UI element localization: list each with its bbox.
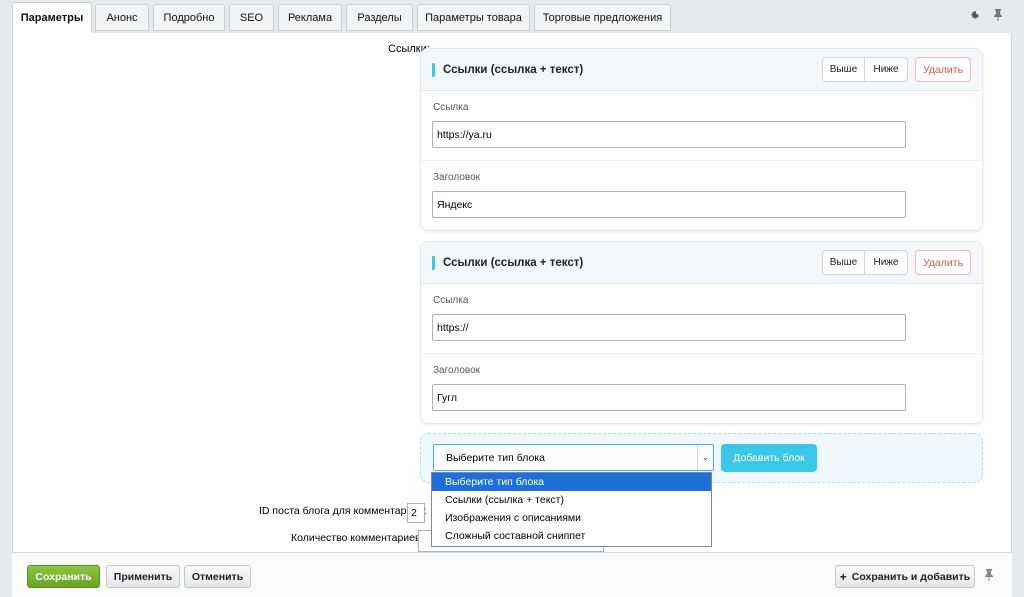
- link-field-label: Ссылка: [433, 295, 469, 306]
- blog-post-id-label: ID поста блога для комментариев:: [259, 505, 427, 517]
- link-field-row: Ссылка: [421, 91, 982, 161]
- delete-block-button[interactable]: Удалить: [915, 57, 971, 82]
- link-field-row: Ссылка: [421, 284, 982, 354]
- move-up-button[interactable]: Выше: [823, 58, 865, 81]
- card-title: Ссылки (ссылка + текст): [443, 64, 584, 76]
- pin-icon[interactable]: [993, 8, 1003, 24]
- chevron-down-icon[interactable]: ⌄: [697, 445, 713, 470]
- dropdown-option[interactable]: Изображения с описаниями: [432, 509, 711, 527]
- link-block-card: Ссылки (ссылка + текст) Выше Ниже Удалит…: [420, 241, 983, 424]
- footer-bar: Сохранить Применить Отменить + Сохранить…: [12, 552, 1012, 597]
- tab-details[interactable]: Подробно: [153, 4, 225, 31]
- heading-field-label: Заголовок: [433, 172, 481, 183]
- card-title: Ссылки (ссылка + текст): [443, 257, 584, 269]
- add-block-button[interactable]: Добавить блок: [721, 444, 817, 472]
- cancel-button[interactable]: Отменить: [184, 565, 251, 588]
- plus-icon: +: [839, 569, 847, 584]
- link-input[interactable]: [432, 121, 906, 148]
- tab-product-parameters[interactable]: Параметры товара: [417, 4, 530, 31]
- heading-field-label: Заголовок: [433, 365, 481, 376]
- card-accent-bar: [432, 63, 435, 77]
- heading-input[interactable]: [432, 191, 906, 218]
- save-and-add-button[interactable]: + Сохранить и добавить: [835, 565, 975, 588]
- blog-post-id-value: 2: [411, 507, 417, 519]
- move-button-group: Выше Ниже: [822, 250, 908, 275]
- move-down-button[interactable]: Ниже: [865, 58, 907, 81]
- comments-count-label: Количество комментариев:: [291, 532, 424, 544]
- dropdown-option[interactable]: Сложный составной сниппет: [432, 527, 711, 545]
- link-block-card: Ссылки (ссылка + текст) Выше Ниже Удалит…: [420, 48, 983, 231]
- block-type-select[interactable]: Выберите тип блока ⌄: [433, 444, 714, 471]
- card-accent-bar: [432, 256, 435, 270]
- blog-post-id-input[interactable]: 2: [407, 503, 425, 523]
- tab-bar: Параметры Анонс Подробно SEO Реклама Раз…: [0, 0, 1024, 35]
- save-and-add-label: Сохранить и добавить: [851, 570, 971, 583]
- move-button-group: Выше Ниже: [822, 57, 908, 82]
- card-header: Ссылки (ссылка + текст) Выше Ниже Удалит…: [421, 242, 982, 284]
- tab-advertising[interactable]: Реклама: [278, 4, 342, 31]
- heading-field-row: Заголовок: [421, 354, 982, 424]
- tab-announce[interactable]: Анонс: [95, 4, 149, 31]
- dropdown-option[interactable]: Выберите тип блока: [432, 473, 711, 491]
- apply-button[interactable]: Применить: [106, 565, 180, 588]
- tab-sections[interactable]: Разделы: [346, 4, 413, 31]
- pin-icon[interactable]: [984, 569, 994, 584]
- card-header: Ссылки (ссылка + текст) Выше Ниже Удалит…: [421, 49, 982, 91]
- tab-parameters[interactable]: Параметры: [12, 2, 92, 33]
- tab-seo[interactable]: SEO: [229, 4, 274, 31]
- block-type-dropdown: Выберите тип блока Ссылки (ссылка + текс…: [431, 472, 712, 547]
- dropdown-option[interactable]: Ссылки (ссылка + текст): [432, 491, 711, 509]
- save-button[interactable]: Сохранить: [27, 565, 100, 588]
- tab-trade-offers[interactable]: Торговые предложения: [534, 4, 671, 31]
- link-field-label: Ссылка: [433, 102, 469, 113]
- heading-input[interactable]: [432, 384, 906, 411]
- move-down-button[interactable]: Ниже: [865, 251, 907, 274]
- delete-block-button[interactable]: Удалить: [915, 250, 971, 275]
- block-type-select-value: Выберите тип блока: [446, 451, 546, 464]
- link-input[interactable]: [432, 314, 906, 341]
- move-up-button[interactable]: Выше: [823, 251, 865, 274]
- heading-field-row: Заголовок: [421, 161, 982, 231]
- gear-icon[interactable]: [969, 8, 980, 24]
